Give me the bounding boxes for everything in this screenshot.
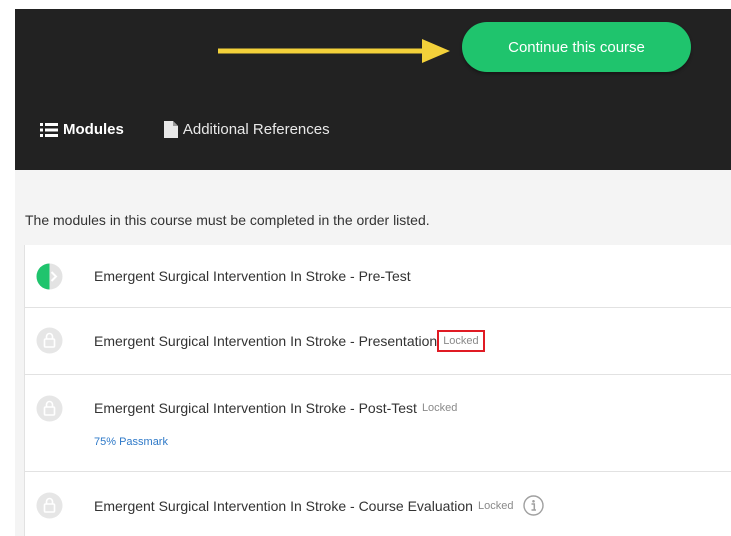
continue-course-button[interactable]: Continue this course bbox=[462, 22, 691, 72]
list-icon bbox=[40, 122, 58, 137]
locked-badge: Locked bbox=[437, 330, 485, 352]
course-tabs: Modules Additional References bbox=[40, 121, 330, 138]
tab-modules-label: Modules bbox=[63, 121, 124, 138]
locked-badge: Locked bbox=[421, 402, 458, 414]
module-title[interactable]: Emergent Surgical Intervention In Stroke… bbox=[94, 330, 485, 352]
lock-icon bbox=[36, 327, 63, 354]
modules-intro-text: The modules in this course must be compl… bbox=[25, 212, 430, 228]
module-item-pre-test[interactable]: Emergent Surgical Intervention In Stroke… bbox=[25, 245, 731, 308]
tab-modules[interactable]: Modules bbox=[40, 121, 124, 138]
module-item-course-evaluation[interactable]: Emergent Surgical Intervention In Stroke… bbox=[25, 472, 731, 536]
locked-badge: Locked bbox=[477, 499, 514, 512]
course-page: Continue this course Modules Additional … bbox=[15, 9, 731, 536]
module-title-text: Emergent Surgical Intervention In Stroke… bbox=[94, 400, 417, 416]
module-title[interactable]: Emergent Surgical Intervention In Stroke… bbox=[94, 400, 457, 416]
module-item-presentation[interactable]: Emergent Surgical Intervention In Stroke… bbox=[25, 308, 731, 375]
lock-icon bbox=[36, 395, 63, 422]
tab-additional-references[interactable]: Additional References bbox=[163, 121, 330, 138]
module-list: Emergent Surgical Intervention In Stroke… bbox=[24, 245, 731, 536]
info-icon[interactable] bbox=[523, 495, 545, 516]
module-title[interactable]: Emergent Surgical Intervention In Stroke… bbox=[94, 268, 411, 284]
module-title[interactable]: Emergent Surgical Intervention In Stroke… bbox=[94, 495, 545, 516]
half-progress-icon bbox=[36, 263, 63, 290]
module-title-text: Emergent Surgical Intervention In Stroke… bbox=[94, 268, 411, 284]
module-item-post-test[interactable]: Emergent Surgical Intervention In Stroke… bbox=[25, 375, 731, 472]
module-title-text: Emergent Surgical Intervention In Stroke… bbox=[94, 497, 473, 514]
document-icon bbox=[163, 121, 178, 138]
arrow-right-icon bbox=[218, 39, 450, 63]
tab-additional-references-label: Additional References bbox=[182, 121, 330, 138]
course-header: Continue this course Modules Additional … bbox=[15, 9, 731, 170]
module-title-text: Emergent Surgical Intervention In Stroke… bbox=[94, 333, 438, 349]
passmark-label: 75% Passmark bbox=[94, 436, 168, 448]
lock-icon bbox=[36, 492, 63, 519]
